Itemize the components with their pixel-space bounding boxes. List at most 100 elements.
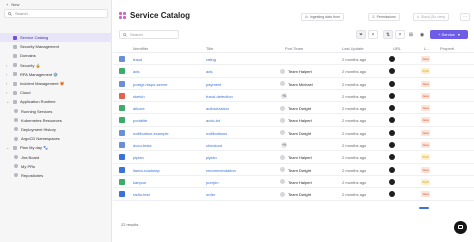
table-row[interactable]: doco-tests checkout +9 2 months ago Java: [113, 139, 474, 152]
cell-identifier[interactable]: fraud: [133, 57, 142, 62]
sidebar-item[interactable]: ArgoCD Namespaces: [0, 134, 112, 143]
cell-title[interactable]: authorization: [206, 106, 229, 111]
cell-identifier[interactable]: ads: [133, 69, 139, 74]
table-row[interactable]: radio-test order Team Dwight 2 months ago Ja…: [113, 188, 474, 201]
sidebar-item[interactable]: Running Services: [0, 107, 112, 116]
github-icon[interactable]: [389, 191, 395, 198]
clear-filter-button[interactable]: ×: [368, 30, 378, 39]
cell-title[interactable]: payment: [206, 82, 221, 87]
more-teams-badge[interactable]: +6: [281, 92, 287, 99]
github-icon[interactable]: [389, 80, 395, 87]
more-teams-badge[interactable]: +9: [281, 142, 287, 149]
github-icon[interactable]: [389, 105, 395, 112]
lock-icon: ⚿: [372, 15, 375, 19]
cell-last-update: 2 months ago: [342, 167, 367, 173]
cell-identifier[interactable]: notification-example: [133, 131, 169, 136]
table-row[interactable]: fraud rating 2 months ago Java: [113, 53, 474, 66]
table-row[interactable]: sketch fraud-detection +6 2 months ago Java: [113, 90, 474, 103]
table-row[interactable]: portalite acdc-txt Team Halpert 2 months ag…: [113, 114, 474, 127]
col-language[interactable]: L...: [424, 46, 430, 51]
cell-identifier[interactable]: sketch: [133, 94, 145, 99]
ingesting-data-button[interactable]: ⊙ Ingesting data from: [301, 13, 344, 21]
table-row[interactable]: ads ads Team Halpert 2 months ago Pyth: [113, 65, 474, 78]
sidebar-item[interactable]: › Cloud: [0, 88, 112, 97]
cell-identifier[interactable]: doco-tests: [133, 143, 151, 148]
cell-identifier[interactable]: kanpos: [133, 180, 146, 185]
permissions-button[interactable]: ⚿ Permissions: [368, 13, 400, 21]
github-icon[interactable]: [389, 178, 395, 185]
col-title[interactable]: Title: [206, 46, 213, 51]
page-icon: [14, 173, 18, 178]
language-badge: Java: [421, 56, 430, 62]
cell-identifier[interactable]: portalite: [133, 118, 147, 123]
group-button[interactable]: ⊞: [406, 30, 416, 39]
service-icon: [119, 80, 125, 87]
clear-sort-button[interactable]: ×: [395, 30, 405, 39]
sort-button[interactable]: ⇅: [383, 30, 393, 39]
sidebar-item[interactable]: ⌄ Plan My day 🐾: [0, 143, 112, 152]
hide-columns-button[interactable]: ◉: [417, 30, 427, 39]
filter-button[interactable]: ⏷: [356, 30, 366, 39]
table-body: fraud rating 2 months ago Java ads ads Team Ha…: [113, 53, 474, 201]
sidebar-search-input[interactable]: Search: [4, 9, 108, 18]
cell-title[interactable]: notifications: [206, 131, 227, 136]
github-icon[interactable]: [389, 117, 395, 124]
sidebar-item[interactable]: Jira Board: [0, 152, 112, 161]
add-service-button[interactable]: + Service ▾: [430, 30, 468, 39]
sidebar-item[interactable]: Domains: [0, 51, 112, 60]
col-properties[interactable]: Properti: [440, 46, 454, 51]
cell-title[interactable]: rating: [206, 57, 216, 62]
cell-title[interactable]: pipian: [206, 155, 217, 160]
table-search-input[interactable]: Search: [119, 30, 179, 39]
sidebar-item[interactable]: My PRs: [0, 162, 112, 171]
col-url[interactable]: URL: [393, 46, 401, 51]
github-icon[interactable]: [389, 166, 395, 173]
col-identifier[interactable]: Identifier: [133, 46, 148, 51]
sidebar-item[interactable]: ⌄ Application Runtime: [0, 97, 112, 106]
sidebar-item[interactable]: › Security 🔒: [0, 61, 112, 70]
cell-identifier[interactable]: allcore: [133, 106, 145, 111]
cell-title[interactable]: acdc-txt: [206, 118, 220, 123]
cell-identifier[interactable]: llama-roadmap: [133, 168, 160, 173]
sidebar-item[interactable]: Kubernetes Resources: [0, 116, 112, 125]
sidebar-item[interactable]: Repositories: [0, 171, 112, 180]
cell-title[interactable]: purrpin: [206, 180, 218, 185]
table-row[interactable]: llama-roadmap recommendation Team Dwight 2 …: [113, 164, 474, 176]
cell-team: Team Halpert: [288, 155, 312, 161]
cell-identifier[interactable]: radio-test: [133, 192, 150, 197]
cell-title[interactable]: fraud-detection: [206, 94, 233, 99]
col-last-update[interactable]: Last Update: [342, 46, 364, 51]
table-row[interactable]: pipian pipian Team Halpert 2 months ago Pyth: [113, 151, 474, 164]
sidebar-item-label: Plan My day 🐾: [20, 145, 49, 151]
new-button[interactable]: + New: [6, 2, 19, 7]
more-options-button[interactable]: ⋯: [460, 13, 470, 21]
cell-identifier[interactable]: pipian: [133, 155, 144, 160]
cell-title[interactable]: recommendation: [206, 168, 236, 173]
sidebar-item[interactable]: › RPA Management ⚙️: [0, 70, 112, 79]
sidebar-item[interactable]: Deployment History: [0, 125, 112, 134]
github-icon[interactable]: [389, 129, 395, 136]
chat-button[interactable]: [454, 221, 467, 234]
col-port-team[interactable]: Port Team: [285, 46, 303, 51]
sidebar-search-placeholder: Search: [15, 11, 28, 16]
cell-title[interactable]: checkout: [206, 143, 222, 148]
cell-title[interactable]: ads: [206, 69, 212, 74]
table-row[interactable]: postgr-mspo-server payment Team Michael 2 m…: [113, 78, 474, 90]
slack-button[interactable]: # Slack (Do view): [413, 13, 450, 21]
github-icon[interactable]: [389, 142, 395, 149]
table-row[interactable]: allcore authorization Team Dwight 2 months …: [113, 102, 474, 115]
table-row[interactable]: kanpos purrpin Team Halpert 2 months ago Pyt…: [113, 176, 474, 189]
horizontal-scrollbar[interactable]: [419, 207, 429, 209]
sidebar-item[interactable]: Security Management: [0, 42, 112, 51]
cell-identifier[interactable]: postgr-mspo-server: [133, 82, 168, 87]
table-row[interactable]: notification-example notifications Team Dw…: [113, 127, 474, 140]
github-icon[interactable]: [389, 56, 395, 62]
github-icon[interactable]: [389, 92, 395, 99]
cell-title[interactable]: order: [206, 192, 215, 197]
sidebar-item-label: Kubernetes Resources: [21, 117, 62, 123]
sidebar-item[interactable]: Service Catalog: [0, 33, 112, 43]
sidebar-item[interactable]: › Incident Management 🦊: [0, 79, 112, 88]
github-icon[interactable]: [389, 154, 395, 161]
cell-last-update: 2 months ago: [342, 179, 367, 185]
github-icon[interactable]: [389, 68, 395, 75]
